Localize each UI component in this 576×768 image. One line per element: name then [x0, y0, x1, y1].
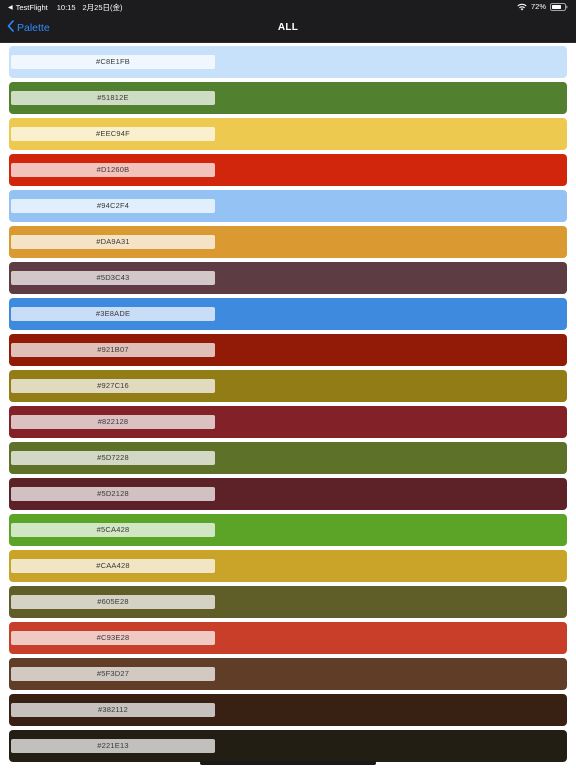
battery-percent: 72%: [530, 2, 546, 11]
hex-code-label: #C93E28: [11, 631, 215, 645]
color-swatch-row[interactable]: #927C16: [9, 370, 567, 402]
color-swatch-row[interactable]: #5CA428: [9, 514, 567, 546]
color-swatch-row[interactable]: #5F3D27: [9, 658, 567, 690]
color-swatch-row[interactable]: #921B07: [9, 334, 567, 366]
page-title: ALL: [277, 22, 299, 33]
status-right: 72%: [517, 2, 568, 11]
color-swatch-row[interactable]: #DA9A31: [9, 226, 567, 258]
back-to-app-label[interactable]: TestFlight: [16, 3, 48, 12]
navigation-bar: Palette ALL: [0, 14, 576, 43]
status-left: ◀ TestFlight 10:15 2月25日(金): [8, 2, 123, 13]
color-swatch-row[interactable]: #382112: [9, 694, 567, 726]
hex-code-label: #921B07: [11, 343, 215, 357]
hex-code-label: #5CA428: [11, 523, 215, 537]
home-indicator[interactable]: [200, 761, 376, 765]
hex-code-label: #382112: [11, 703, 215, 717]
hex-code-label: #3E8ADE: [11, 307, 215, 321]
color-swatch-row[interactable]: #5D7228: [9, 442, 567, 474]
color-swatch-row[interactable]: #EEC94F: [9, 118, 567, 150]
color-swatch-row[interactable]: #51812E: [9, 82, 567, 114]
hex-code-label: #822128: [11, 415, 215, 429]
hex-code-label: #DA9A31: [11, 235, 215, 249]
color-swatch-row[interactable]: #3E8ADE: [9, 298, 567, 330]
hex-code-label: #605E28: [11, 595, 215, 609]
hex-code-label: #221E13: [11, 739, 215, 753]
color-swatch-row[interactable]: #221E13: [9, 730, 567, 762]
color-swatch-row[interactable]: #605E28: [9, 586, 567, 618]
hex-code-label: #927C16: [11, 379, 215, 393]
back-to-app-icon[interactable]: ◀: [8, 3, 13, 13]
color-swatch-row[interactable]: #D1260B: [9, 154, 567, 186]
color-swatch-row[interactable]: #5D2128: [9, 478, 567, 510]
hex-code-label: #5D2128: [11, 487, 215, 501]
battery-icon: [550, 2, 568, 11]
app-screen: ◀ TestFlight 10:15 2月25日(金) 72% Palette …: [0, 0, 576, 768]
hex-code-label: #D1260B: [11, 163, 215, 177]
hex-code-label: #EEC94F: [11, 127, 215, 141]
hex-code-label: #CAA428: [11, 559, 215, 573]
hex-code-label: #51812E: [11, 91, 215, 105]
hex-code-label: #5F3D27: [11, 667, 215, 681]
hex-code-label: #5D3C43: [11, 271, 215, 285]
color-swatch-row[interactable]: #94C2F4: [9, 190, 567, 222]
color-swatch-row[interactable]: #C8E1FB: [9, 46, 567, 78]
color-swatch-row[interactable]: #CAA428: [9, 550, 567, 582]
wifi-icon: [517, 3, 527, 11]
color-swatch-row[interactable]: #5D3C43: [9, 262, 567, 294]
status-date: 2月25日(金): [82, 3, 123, 12]
palette-list[interactable]: #C8E1FB #51812E #EEC94F #D1260B #94C2F4 #DA9A…: [0, 43, 576, 768]
hex-code-label: #C8E1FB: [11, 55, 215, 69]
status-bar: ◀ TestFlight 10:15 2月25日(金) 72%: [0, 0, 576, 14]
status-time: 10:15: [56, 3, 76, 12]
hex-code-label: #94C2F4: [11, 199, 215, 213]
color-swatch-row[interactable]: #822128: [9, 406, 567, 438]
color-swatch-row[interactable]: #C93E28: [9, 622, 567, 654]
hex-code-label: #5D7228: [11, 451, 215, 465]
